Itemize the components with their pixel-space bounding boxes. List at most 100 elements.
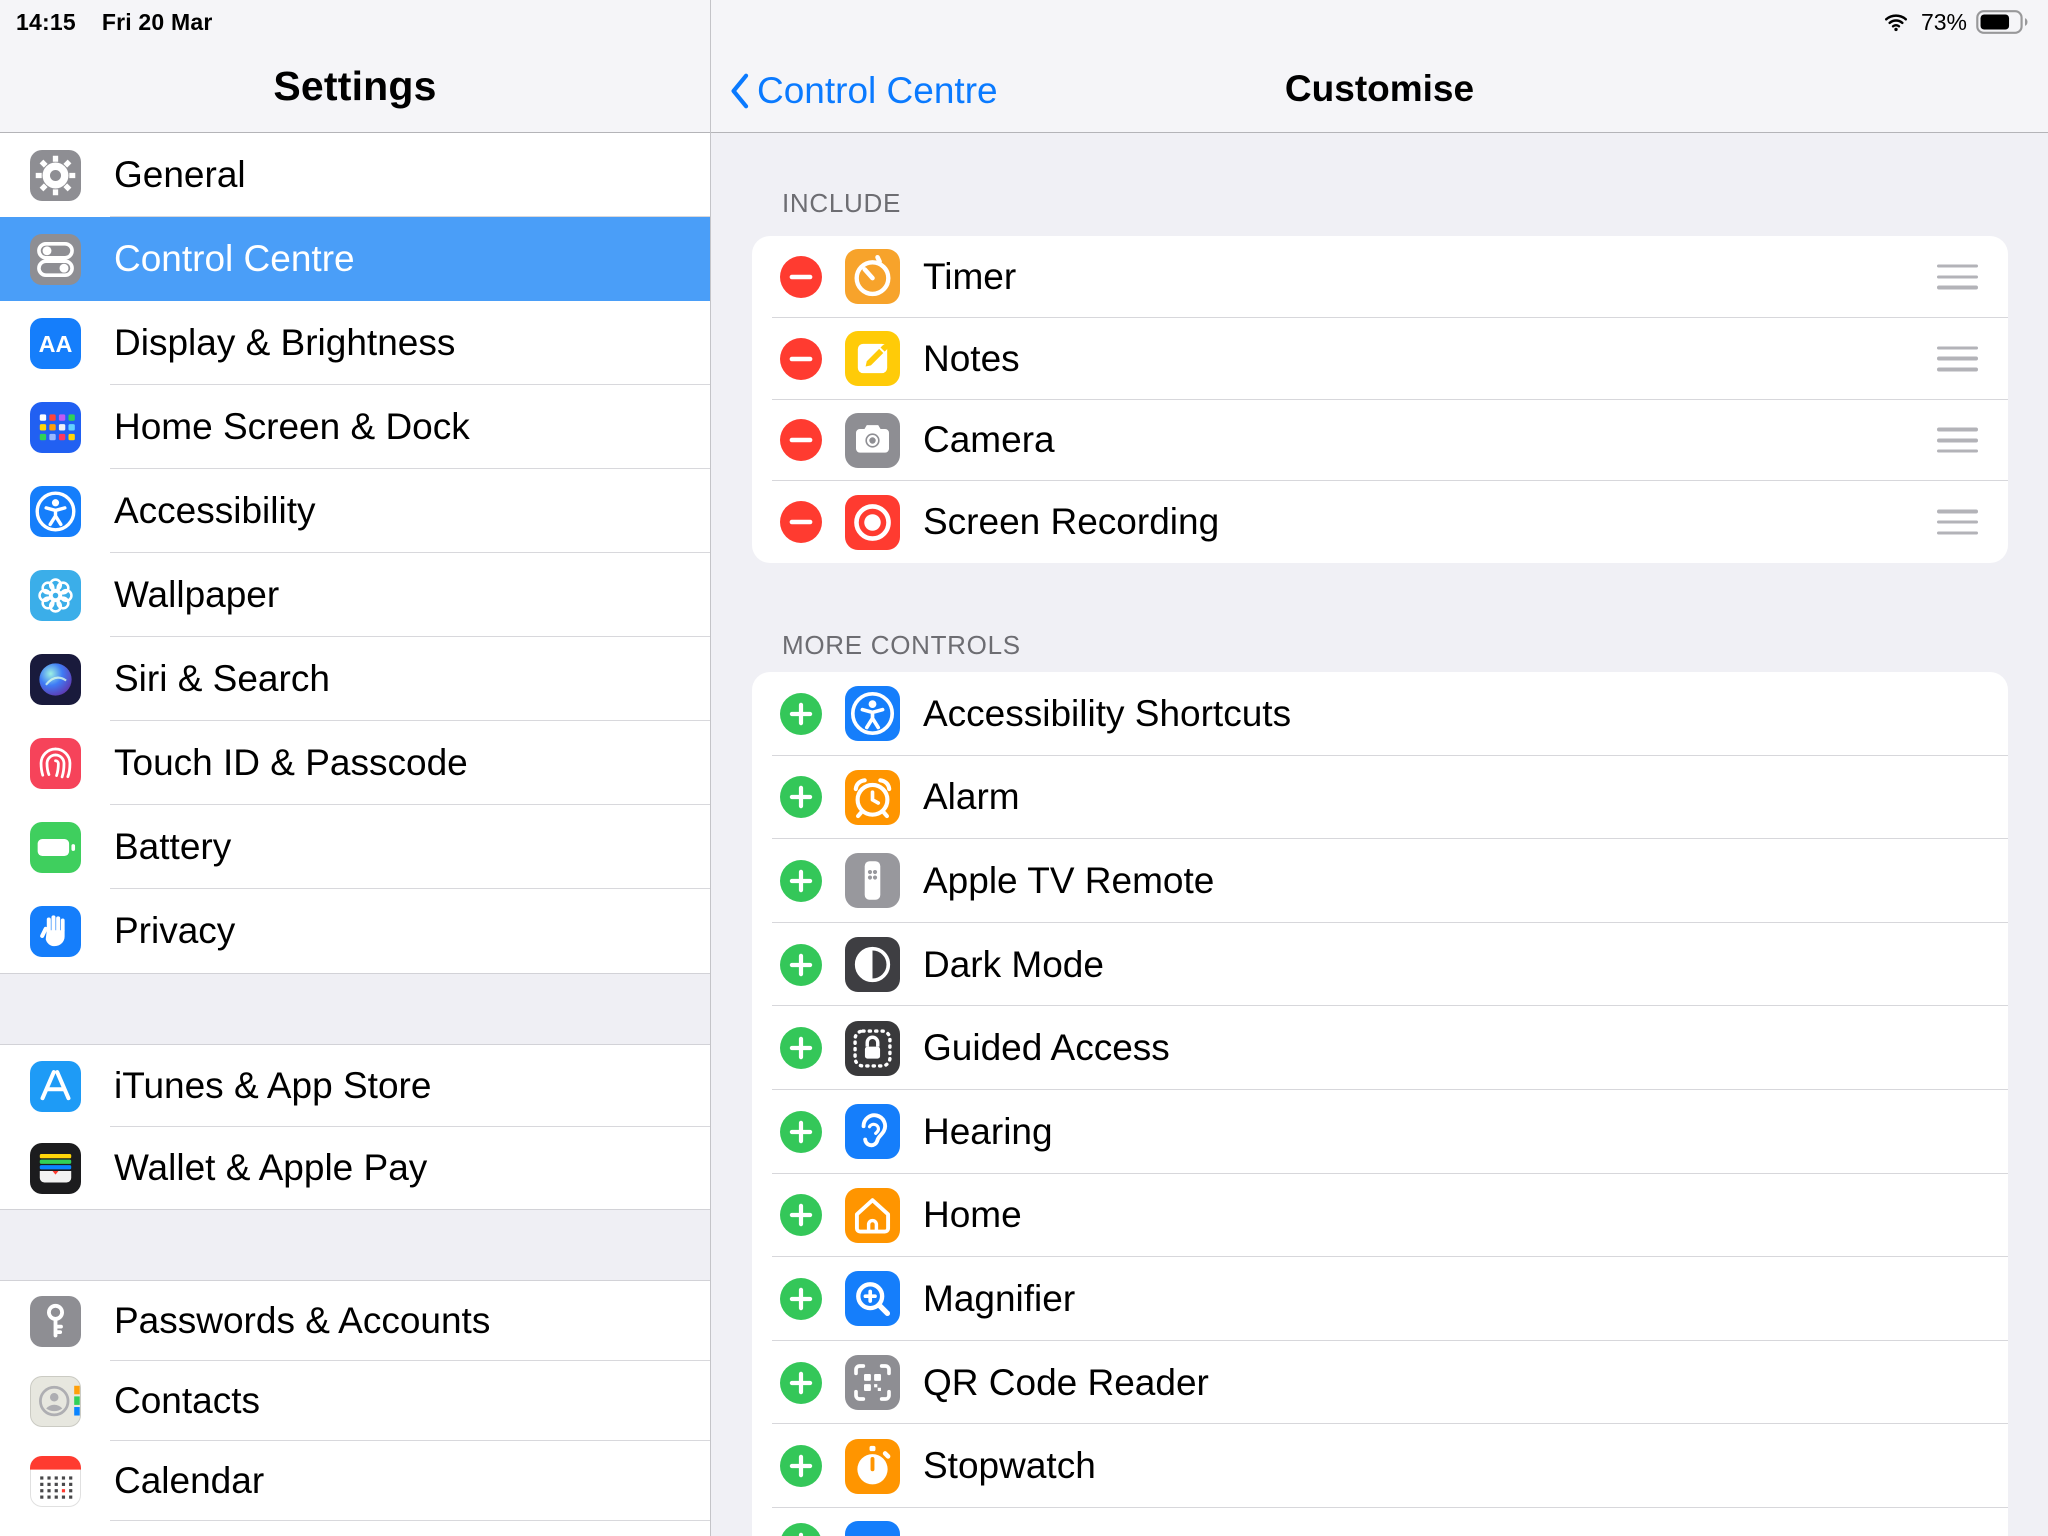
sidebar-item-label: Wallpaper xyxy=(114,574,279,616)
reorder-handle[interactable] xyxy=(1937,510,1978,535)
reorder-handle[interactable] xyxy=(1937,346,1978,371)
sidebar-group-gap xyxy=(0,973,710,1045)
sidebar-item-home-screen-and-dock[interactable]: Home Screen & Dock xyxy=(0,385,710,469)
app-store-icon xyxy=(30,1061,81,1112)
reorder-handle[interactable] xyxy=(1937,428,1978,453)
sidebar-item-contacts[interactable]: Contacts xyxy=(0,1361,710,1441)
control-label: Guided Access xyxy=(923,1027,1170,1069)
control-label: Screen Recording xyxy=(923,501,1219,543)
control-label: Apple TV Remote xyxy=(923,860,1214,902)
sidebar-item-display-and-brightness[interactable]: AA Display & Brightness xyxy=(0,301,710,385)
sidebar-item-label: Battery xyxy=(114,826,231,868)
control-label: Alarm xyxy=(923,776,1020,818)
add-button[interactable] xyxy=(780,1445,822,1487)
control-label: Stopwatch xyxy=(923,1445,1096,1487)
add-button[interactable] xyxy=(780,944,822,986)
camera-icon xyxy=(845,413,900,468)
sidebar-item-passwords-and-accounts[interactable]: Passwords & Accounts xyxy=(0,1281,710,1361)
settings-sidebar: General Control Centre AA Display & Bright… xyxy=(0,133,710,1536)
remove-button[interactable] xyxy=(780,419,822,461)
sidebar-item-calendar[interactable]: Calendar xyxy=(0,1441,710,1521)
add-button[interactable] xyxy=(780,1523,822,1536)
sidebar-item-battery[interactable]: Battery xyxy=(0,805,710,889)
remove-button[interactable] xyxy=(780,338,822,380)
control-row-accessibility-shortcuts: Accessibility Shortcuts xyxy=(752,672,2008,756)
sidebar-header: Settings xyxy=(0,0,710,132)
control-label: Dark Mode xyxy=(923,944,1104,986)
control-row-guided-access: Guided Access xyxy=(752,1006,2008,1090)
sidebar-item-general[interactable]: General xyxy=(0,133,710,217)
notes-icon xyxy=(845,331,900,386)
sidebar-item-label: Siri & Search xyxy=(114,658,330,700)
sidebar-item-siri-and-search[interactable]: Siri & Search xyxy=(0,637,710,721)
tv-remote-icon xyxy=(845,853,900,908)
sidebar-item-label: Contacts xyxy=(114,1380,260,1422)
sidebar-item-label: Display & Brightness xyxy=(114,322,455,364)
sidebar-item-touch-id-and-passcode[interactable]: Touch ID & Passcode xyxy=(0,721,710,805)
remove-button[interactable] xyxy=(780,501,822,543)
sidebar-partial-row xyxy=(0,1521,710,1536)
stopwatch-icon xyxy=(845,1439,900,1494)
control-row-apple-tv-remote: Apple TV Remote xyxy=(752,839,2008,923)
sidebar-item-privacy[interactable]: Privacy xyxy=(0,889,710,973)
accessibility-icon xyxy=(30,486,81,537)
reorder-handle[interactable] xyxy=(1937,264,1978,289)
sidebar-item-label: Wallet & Apple Pay xyxy=(114,1147,427,1189)
qr-code-icon xyxy=(845,1355,900,1410)
sidebar-item-label: Touch ID & Passcode xyxy=(114,742,468,784)
add-button[interactable] xyxy=(780,1362,822,1404)
apps-grid-icon xyxy=(30,402,81,453)
siri-icon xyxy=(30,654,81,705)
sidebar-item-control-centre[interactable]: Control Centre xyxy=(0,217,710,301)
add-button[interactable] xyxy=(780,1111,822,1153)
control-row-camera: Camera xyxy=(752,400,2008,482)
sidebar-item-label: Home Screen & Dock xyxy=(114,406,470,448)
gear-icon xyxy=(30,150,81,201)
calendar-icon xyxy=(30,1456,81,1507)
sidebar-item-wallet-and-apple-pay[interactable]: Wallet & Apple Pay xyxy=(0,1127,710,1209)
fingerprint-icon xyxy=(30,738,81,789)
control-label: Notes xyxy=(923,338,1020,380)
control-label: Magnifier xyxy=(923,1278,1075,1320)
sidebar-item-itunes-and-app-store[interactable]: iTunes & App Store xyxy=(0,1045,710,1127)
dark-mode-icon xyxy=(845,937,900,992)
control-label: Hearing xyxy=(923,1111,1053,1153)
control-row-dark-mode: Dark Mode xyxy=(752,923,2008,1007)
sidebar-item-label: Calendar xyxy=(114,1460,264,1502)
sidebar-item-accessibility[interactable]: Accessibility xyxy=(0,469,710,553)
add-button[interactable] xyxy=(780,1278,822,1320)
control-label: Camera xyxy=(923,419,1055,461)
control-row-alarm: Alarm xyxy=(752,756,2008,840)
key-icon xyxy=(30,1296,81,1347)
control-row-hearing: Hearing xyxy=(752,1090,2008,1174)
flower-icon xyxy=(30,570,81,621)
sidebar-group-gap xyxy=(0,1209,710,1281)
control-row-qr-code-reader: QR Code Reader xyxy=(752,1341,2008,1425)
contacts-icon xyxy=(30,1376,81,1427)
ipad-settings-screen: 14:15 Fri 20 Mar 73% xyxy=(0,0,2048,1536)
toggles-icon xyxy=(30,234,81,285)
control-row-screen-recording: Screen Recording xyxy=(752,481,2008,563)
screen-recording-icon xyxy=(845,495,900,550)
sidebar-item-label: General xyxy=(114,154,246,196)
alarm-icon xyxy=(845,770,900,825)
add-button[interactable] xyxy=(780,1194,822,1236)
sidebar-item-wallpaper[interactable]: Wallpaper xyxy=(0,553,710,637)
remove-button[interactable] xyxy=(780,256,822,298)
timer-icon xyxy=(845,249,900,304)
magnifier-icon xyxy=(845,1271,900,1326)
hand-icon xyxy=(30,906,81,957)
text-aa-icon: AA xyxy=(30,318,81,369)
sidebar-item-label: Accessibility xyxy=(114,490,316,532)
add-button[interactable] xyxy=(780,1027,822,1069)
sidebar-item-label: iTunes & App Store xyxy=(114,1065,431,1107)
control-label: Timer xyxy=(923,256,1016,298)
add-button[interactable] xyxy=(780,693,822,735)
guided-access-icon xyxy=(845,1021,900,1076)
add-button[interactable] xyxy=(780,776,822,818)
control-row-notes: Notes xyxy=(752,318,2008,400)
accessibility-icon xyxy=(845,686,900,741)
add-button[interactable] xyxy=(780,860,822,902)
detail-header: Control Centre Customise xyxy=(711,0,2048,132)
more-controls-card: Accessibility Shortcuts Alarm Apple TV R… xyxy=(752,672,2008,1536)
